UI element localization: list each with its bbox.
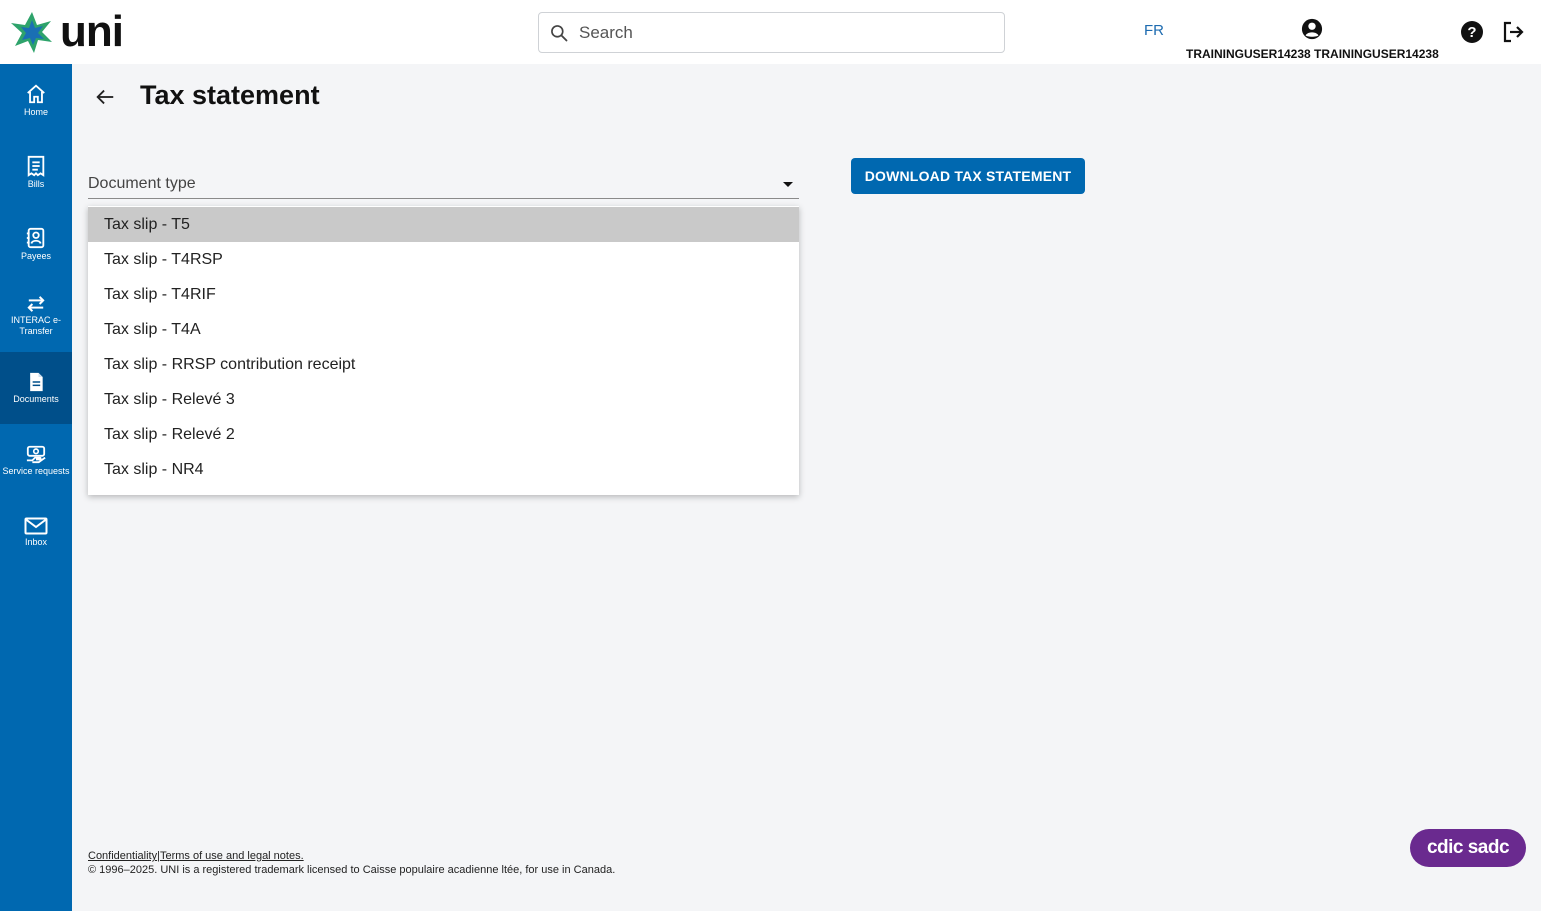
user-menu[interactable]: TRAININGUSER14238 TRAININGUSER14238 xyxy=(1186,18,1439,61)
search-placeholder: Search xyxy=(579,22,633,42)
document-type-label: Document type xyxy=(88,175,196,192)
copyright-text: © 1996–2025. UNI is a registered tradema… xyxy=(88,864,616,876)
sidebar-item-interac-etransfer[interactable]: INTERAC e-Transfer xyxy=(0,280,72,352)
sidebar-item-label: Documents xyxy=(13,393,59,404)
uni-logo[interactable]: uni xyxy=(8,7,124,56)
back-button[interactable] xyxy=(94,86,116,113)
menu-item-t4rif[interactable]: Tax slip - T4RIF xyxy=(88,277,799,312)
search-icon xyxy=(551,24,568,41)
menu-item-releve-3[interactable]: Tax slip - Relevé 3 xyxy=(88,382,799,417)
sidebar-item-label: Service requests xyxy=(2,465,70,476)
sidebar-item-label: Bills xyxy=(27,178,45,189)
footer: Confidentiality|Terms of use and legal n… xyxy=(88,849,615,877)
top-bar: uni Search FR TRAININGUSER14238 TRAINING… xyxy=(0,0,1541,64)
svg-text:?: ? xyxy=(1467,24,1476,41)
sidebar-item-service-requests[interactable]: Service requests xyxy=(0,424,72,496)
home-icon xyxy=(27,84,45,103)
document-type-dropdown-menu: Tax slip - T5 Tax slip - T4RSP Tax slip … xyxy=(88,206,799,495)
sidebar-item-inbox[interactable]: Inbox xyxy=(0,496,72,568)
logo-wordmark: uni xyxy=(60,7,124,56)
language-toggle[interactable]: FR xyxy=(1144,22,1164,39)
sidebar-item-home[interactable]: Home xyxy=(0,64,72,136)
sidebar-item-label: INTERAC e-Transfer xyxy=(10,315,61,336)
uni-star-logo-icon xyxy=(11,12,52,53)
menu-item-t4a[interactable]: Tax slip - T4A xyxy=(88,312,799,347)
sidebar-item-label: Home xyxy=(23,106,48,117)
menu-item-releve-2[interactable]: Tax slip - Relevé 2 xyxy=(88,417,799,452)
help-icon: ? xyxy=(1461,21,1483,43)
menu-item-rrsp-receipt[interactable]: Tax slip - RRSP contribution receipt xyxy=(88,347,799,382)
menu-item-t5[interactable]: Tax slip - T5 xyxy=(88,207,799,242)
cdic-badge-text: cdic sadc xyxy=(1426,837,1510,858)
envelope-icon xyxy=(24,517,48,534)
sidebar-item-label: Payees xyxy=(20,250,52,261)
logout-button[interactable] xyxy=(1501,20,1525,49)
receipt-icon xyxy=(27,155,45,177)
account-circle-icon xyxy=(1301,18,1323,40)
search-input[interactable]: Search xyxy=(538,12,1005,53)
service-request-icon xyxy=(26,445,46,463)
sidebar-item-payees[interactable]: Payees xyxy=(0,208,72,280)
terms-link[interactable]: Terms of use and legal notes. xyxy=(160,850,304,862)
user-name: TRAININGUSER14238 TRAININGUSER14238 xyxy=(1186,47,1439,61)
arrow-left-icon xyxy=(96,89,114,105)
cdic-badge[interactable]: cdic sadc xyxy=(1410,829,1526,867)
download-tax-statement-button[interactable]: DOWNLOAD TAX STATEMENT xyxy=(851,158,1085,194)
menu-item-nr4[interactable]: Tax slip - NR4 xyxy=(88,452,799,487)
sidebar-item-documents[interactable]: Documents xyxy=(0,352,72,424)
caret-down-icon xyxy=(783,182,793,187)
logout-icon xyxy=(1503,21,1524,43)
help-button[interactable]: ? xyxy=(1460,20,1484,49)
document-icon xyxy=(30,372,43,391)
page-title: Tax statement xyxy=(140,80,320,110)
confidentiality-link[interactable]: Confidentiality xyxy=(88,850,157,862)
contacts-icon xyxy=(26,227,45,248)
sidebar-item-bills[interactable]: Bills xyxy=(0,136,72,208)
menu-item-t4rsp[interactable]: Tax slip - T4RSP xyxy=(88,242,799,277)
sidebar-item-label: Inbox xyxy=(24,536,48,547)
document-type-select[interactable]: Document type xyxy=(88,170,799,199)
sidebar: Home Bills Payees INTERAC e-Transfer Doc… xyxy=(0,64,72,911)
transfer-arrows-icon xyxy=(27,296,45,312)
